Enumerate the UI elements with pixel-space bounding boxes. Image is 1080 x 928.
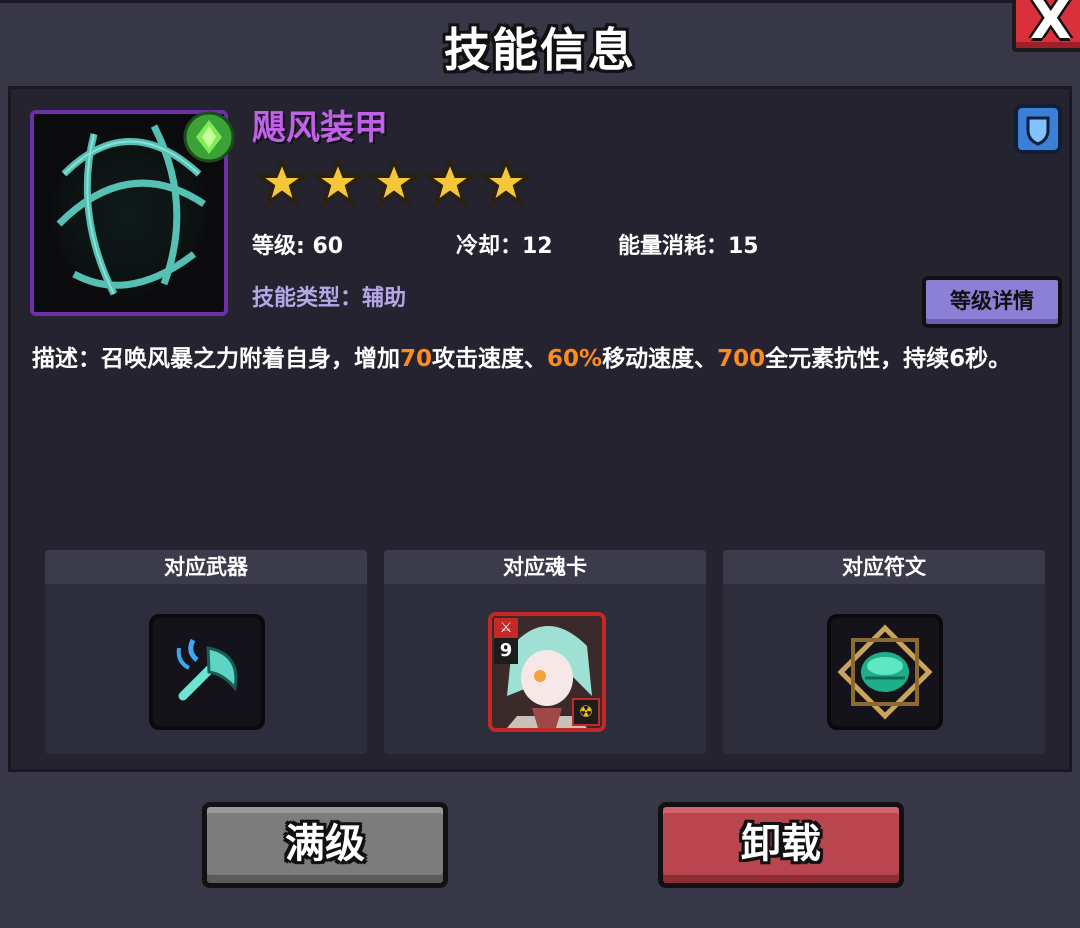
sword-icon: ⚔ [494, 618, 518, 638]
dialog-title: 技能信息 [444, 23, 636, 77]
star-icon [480, 158, 532, 208]
weapon-slot-label: 对应武器 [45, 550, 367, 584]
unload-button[interactable]: 卸载 [658, 802, 904, 888]
skill-type: 技能类型：辅助 [252, 286, 407, 311]
soul-card-slot[interactable]: 对应魂卡 ⚔ 9 ☢ [384, 550, 706, 754]
soul-card[interactable]: ⚔ 9 ☢ [488, 612, 606, 732]
star-icon [312, 158, 364, 208]
skill-description: 描述：召唤风暴之力附着自身，增加70攻击速度、60%移动速度、700全元素抗性，… [32, 346, 1012, 372]
star-icon [368, 158, 420, 208]
skill-energy-cost: 能量消耗：15 [618, 234, 759, 259]
skill-level: 等级: 60 [252, 234, 344, 259]
star-icon [424, 158, 476, 208]
move-speed-value: 60% [547, 346, 603, 372]
axe-icon [176, 638, 238, 701]
max-level-button[interactable]: 满级 [202, 802, 448, 888]
emerald-rune-icon [837, 624, 933, 720]
attack-speed-value: 70 [400, 346, 433, 372]
close-button[interactable]: X [1012, 0, 1080, 52]
star-icon [256, 158, 308, 208]
skill-name: 飓风装甲 [252, 108, 388, 148]
resistance-value: 700 [717, 346, 766, 372]
card-number: 9 [494, 638, 518, 664]
rune-slot[interactable]: 对应符文 [723, 550, 1045, 754]
weapon-slot[interactable]: 对应武器 [45, 550, 367, 754]
soul-card-slot-label: 对应魂卡 [384, 550, 706, 584]
rune-slot-label: 对应符文 [723, 550, 1045, 584]
skill-cooldown: 冷却：12 [456, 234, 553, 259]
element-badge-icon: ☢ [572, 698, 600, 726]
close-icon: X [1030, 0, 1072, 51]
rune-frame[interactable] [827, 614, 943, 730]
shield-icon[interactable] [1014, 104, 1062, 154]
gem-badge-icon [183, 111, 235, 163]
level-details-button[interactable]: 等级详情 [922, 276, 1062, 328]
weapon-frame[interactable] [149, 614, 265, 730]
star-rating [256, 158, 532, 208]
